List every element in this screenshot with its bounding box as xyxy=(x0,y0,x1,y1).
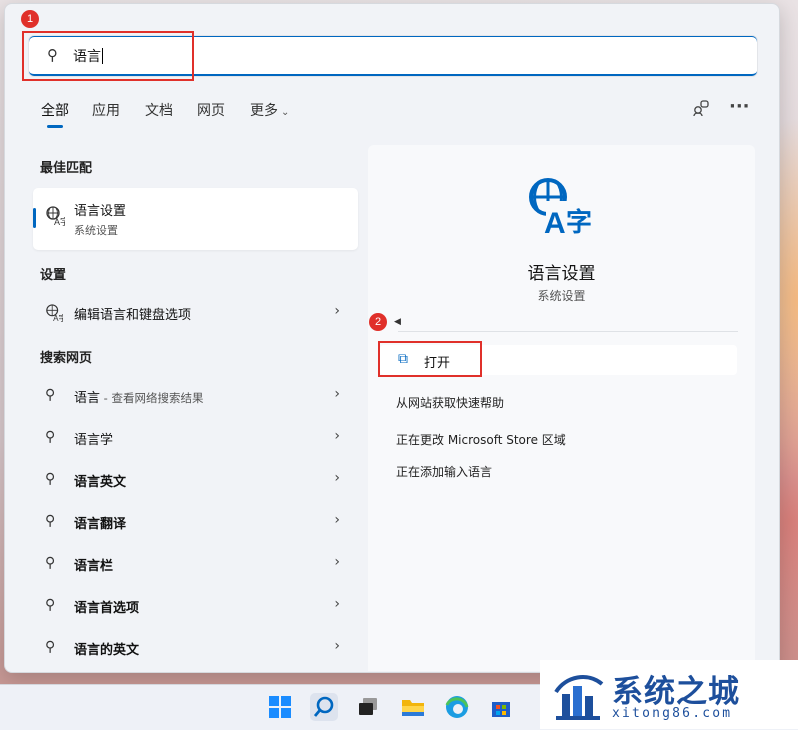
annotation-box-2 xyxy=(378,341,482,377)
search-icon: ⚲ xyxy=(45,555,56,571)
web-result-label: 语言翻译 xyxy=(74,517,127,532)
chevron-right-icon: › xyxy=(334,512,340,528)
web-result-item[interactable]: ⚲ 语言 - 查看网络搜索结果 › xyxy=(33,380,358,412)
language-icon: A字 xyxy=(45,304,67,326)
search-icon: ⚲ xyxy=(45,597,56,613)
search-icon: ⚲ xyxy=(45,471,56,487)
svg-text:字: 字 xyxy=(566,207,592,237)
chevron-right-icon: › xyxy=(334,596,340,612)
web-result-label: 语言首选项 xyxy=(74,601,140,616)
search-icon: ⚲ xyxy=(45,429,56,445)
account-switch-icon[interactable] xyxy=(692,99,710,121)
web-result-label: 语言英文 xyxy=(74,475,127,490)
search-icon: ⚲ xyxy=(45,513,56,529)
collapse-arrow-icon[interactable]: ◀ xyxy=(394,317,401,327)
annotation-badge-1: 1 xyxy=(21,10,39,28)
tab-more-label: 更多 xyxy=(250,103,278,119)
svg-text:A: A xyxy=(544,207,566,237)
web-result-item[interactable]: ⚲ 语言栏 › xyxy=(33,548,358,580)
search-icon: ⚲ xyxy=(45,639,56,655)
best-match-title: 语言设置 xyxy=(74,204,127,219)
web-result-label: 语言 - 查看网络搜索结果 xyxy=(74,391,204,406)
watermark-brand: 系统之城 xyxy=(612,674,740,710)
web-result-label: 语言栏 xyxy=(74,559,114,574)
chevron-right-icon: › xyxy=(334,470,340,486)
link-add-input-language[interactable]: 正在添加输入语言 xyxy=(396,463,492,480)
preview-title: 语言设置 xyxy=(527,264,596,284)
city-logo-icon xyxy=(550,666,608,728)
annotation-box-1 xyxy=(22,31,194,81)
language-icon: A字 xyxy=(45,206,69,230)
tab-web[interactable]: 网页 xyxy=(197,100,225,120)
chevron-right-icon: › xyxy=(334,554,340,570)
web-result-item[interactable]: ⚲ 语言英文 › xyxy=(33,464,358,496)
web-result-item[interactable]: ⚲ 语言首选项 › xyxy=(33,590,358,622)
svg-text:A字: A字 xyxy=(53,313,63,322)
watermark-logo: 系统之城 xitong86.com xyxy=(540,660,798,729)
preview-pane: A 字 语言设置 系统设置 ◀ ⧉ 打开 从网站获取快速帮助 正在更改 Micr… xyxy=(368,145,755,671)
chevron-right-icon: › xyxy=(334,428,340,444)
settings-heading: 设置 xyxy=(40,268,67,283)
active-tab-indicator xyxy=(47,125,63,128)
svg-text:A字: A字 xyxy=(54,216,65,226)
chevron-down-icon: ⌄ xyxy=(281,107,290,118)
store-icon[interactable] xyxy=(487,693,515,721)
start-icon[interactable] xyxy=(266,693,294,721)
tab-more[interactable]: 更多 ⌄ xyxy=(250,100,289,120)
settings-item-edit-language[interactable]: A字 编辑语言和键盘选项 › xyxy=(33,297,358,329)
chevron-right-icon: › xyxy=(334,386,340,402)
search-icon: ⚲ xyxy=(45,387,56,403)
start-search-panel: ⚲ 语言 全部 应用 文档 网页 更多 ⌄ ··· 最佳匹配 A字 语言设置 系统… xyxy=(4,3,780,673)
language-icon: A 字 xyxy=(526,175,596,241)
link-change-store-region[interactable]: 正在更改 Microsoft Store 区域 xyxy=(396,431,566,448)
selection-indicator xyxy=(33,208,36,228)
web-result-label: 语言的英文 xyxy=(74,643,140,658)
web-result-item[interactable]: ⚲ 语言的英文 › xyxy=(33,632,358,664)
search-icon[interactable] xyxy=(310,693,338,721)
divider xyxy=(398,331,738,332)
web-result-item[interactable]: ⚲ 语言翻译 › xyxy=(33,506,358,538)
edge-icon[interactable] xyxy=(443,693,471,721)
annotation-badge-2: 2 xyxy=(369,313,387,331)
best-match-subtitle: 系统设置 xyxy=(74,224,118,237)
settings-item-label: 编辑语言和键盘选项 xyxy=(74,308,192,323)
best-match-item[interactable]: A字 语言设置 系统设置 xyxy=(33,188,358,250)
web-result-item[interactable]: ⚲ 语言学 › xyxy=(33,422,358,454)
best-match-heading: 最佳匹配 xyxy=(40,161,93,176)
link-web-help[interactable]: 从网站获取快速帮助 xyxy=(396,394,504,411)
web-result-label: 语言学 xyxy=(74,433,114,448)
file-explorer-icon[interactable] xyxy=(399,693,427,721)
chevron-right-icon: › xyxy=(334,638,340,654)
search-web-heading: 搜索网页 xyxy=(40,351,93,366)
task-view-icon[interactable] xyxy=(354,693,382,721)
tab-apps[interactable]: 应用 xyxy=(92,100,120,120)
more-options-icon[interactable]: ··· xyxy=(729,96,750,117)
tab-documents[interactable]: 文档 xyxy=(145,100,173,120)
tab-all[interactable]: 全部 xyxy=(41,100,69,120)
watermark-url: xitong86.com xyxy=(612,706,733,721)
chevron-right-icon: › xyxy=(334,303,340,319)
preview-subtitle: 系统设置 xyxy=(537,289,586,303)
